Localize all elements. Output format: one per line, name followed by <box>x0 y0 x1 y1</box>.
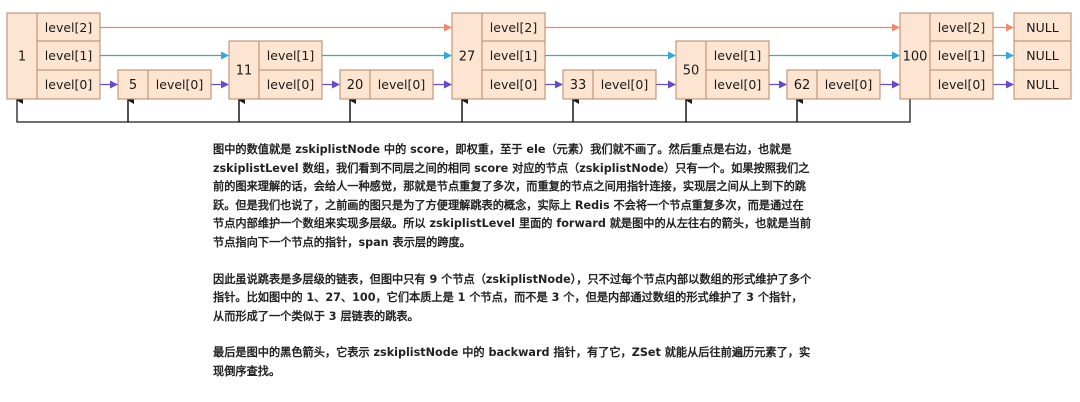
skiplist-node-1: 1 level[2] level[1] level[0] <box>6 12 101 100</box>
skiplist-node-50: 50 level[1] level[0] <box>675 40 770 100</box>
null-box: NULL <box>1013 69 1072 100</box>
node-score-label: 100 <box>903 50 928 65</box>
backward-arrow <box>685 96 798 123</box>
null-box: NULL <box>1013 40 1072 71</box>
skiplist-node-20: 20 level[0] <box>339 69 434 100</box>
skiplist-node-27: 27 level[2] level[1] level[0] <box>451 12 546 100</box>
backward-arrow <box>796 96 911 123</box>
node-score-label: 33 <box>570 78 587 93</box>
level-label: level[0] <box>378 77 425 92</box>
node-score-label: 20 <box>347 78 364 93</box>
backward-arrow <box>127 96 240 123</box>
paragraph-nodes: 因此虽说跳表是多层级的链表，但图中只有 9 个节点（zskiplistNode）… <box>213 272 812 323</box>
backward-arrow <box>349 96 463 123</box>
paragraph-score: 图中的数值就是 zskiplistNode 中的 score，即权重，至于 el… <box>213 143 812 249</box>
level-label: level[2] <box>45 20 92 35</box>
level-label: level[1] <box>45 48 92 63</box>
level-label: level[0] <box>45 77 92 92</box>
level-label: level[1] <box>714 48 761 63</box>
level-label: level[0] <box>714 77 761 92</box>
level-label: level[0] <box>938 77 985 92</box>
node-score-label: 50 <box>683 64 700 79</box>
explanation-text: 图中的数值就是 zskiplistNode 中的 score，即权重，至于 el… <box>213 141 813 400</box>
paragraph-backward: 最后是图中的黑色箭头，它表示 zskiplistNode 中的 backward… <box>213 346 811 378</box>
null-label: NULL <box>1026 77 1058 92</box>
null-label: NULL <box>1026 48 1058 63</box>
null-label: NULL <box>1026 20 1058 35</box>
null-box: NULL <box>1013 12 1072 43</box>
skiplist-node-11: 11 level[1] level[0] <box>228 40 323 100</box>
level-label: level[0] <box>825 77 872 92</box>
level-label: level[1] <box>490 48 537 63</box>
backward-arrow <box>16 96 129 123</box>
skiplist-diagram: 1 level[2] level[1] level[0] 5 level[0] 11 leve… <box>6 12 1072 123</box>
level-label: level[1] <box>938 48 985 63</box>
level-label: level[2] <box>490 20 537 35</box>
skiplist-node-62: 62 level[0] <box>786 69 881 100</box>
node-score-label: 11 <box>236 64 253 79</box>
backward-arrow <box>461 96 574 123</box>
node-score-label: 1 <box>18 50 26 65</box>
backward-arrow <box>238 96 351 123</box>
level-label: level[0] <box>490 77 537 92</box>
skiplist-node-5: 5 level[0] <box>117 69 212 100</box>
node-score-label: 27 <box>459 50 476 65</box>
level-label: level[0] <box>267 77 314 92</box>
node-score-label: 5 <box>129 78 137 93</box>
level-label: level[1] <box>267 48 314 63</box>
level-label: level[0] <box>601 77 648 92</box>
level-label: level[2] <box>938 20 985 35</box>
backward-arrow <box>572 96 687 123</box>
level-label: level[0] <box>156 77 203 92</box>
skiplist-node-100: 100 level[2] level[1] level[0] <box>899 12 994 100</box>
node-score-label: 62 <box>794 78 811 93</box>
skiplist-node-33: 33 level[0] <box>562 69 657 100</box>
